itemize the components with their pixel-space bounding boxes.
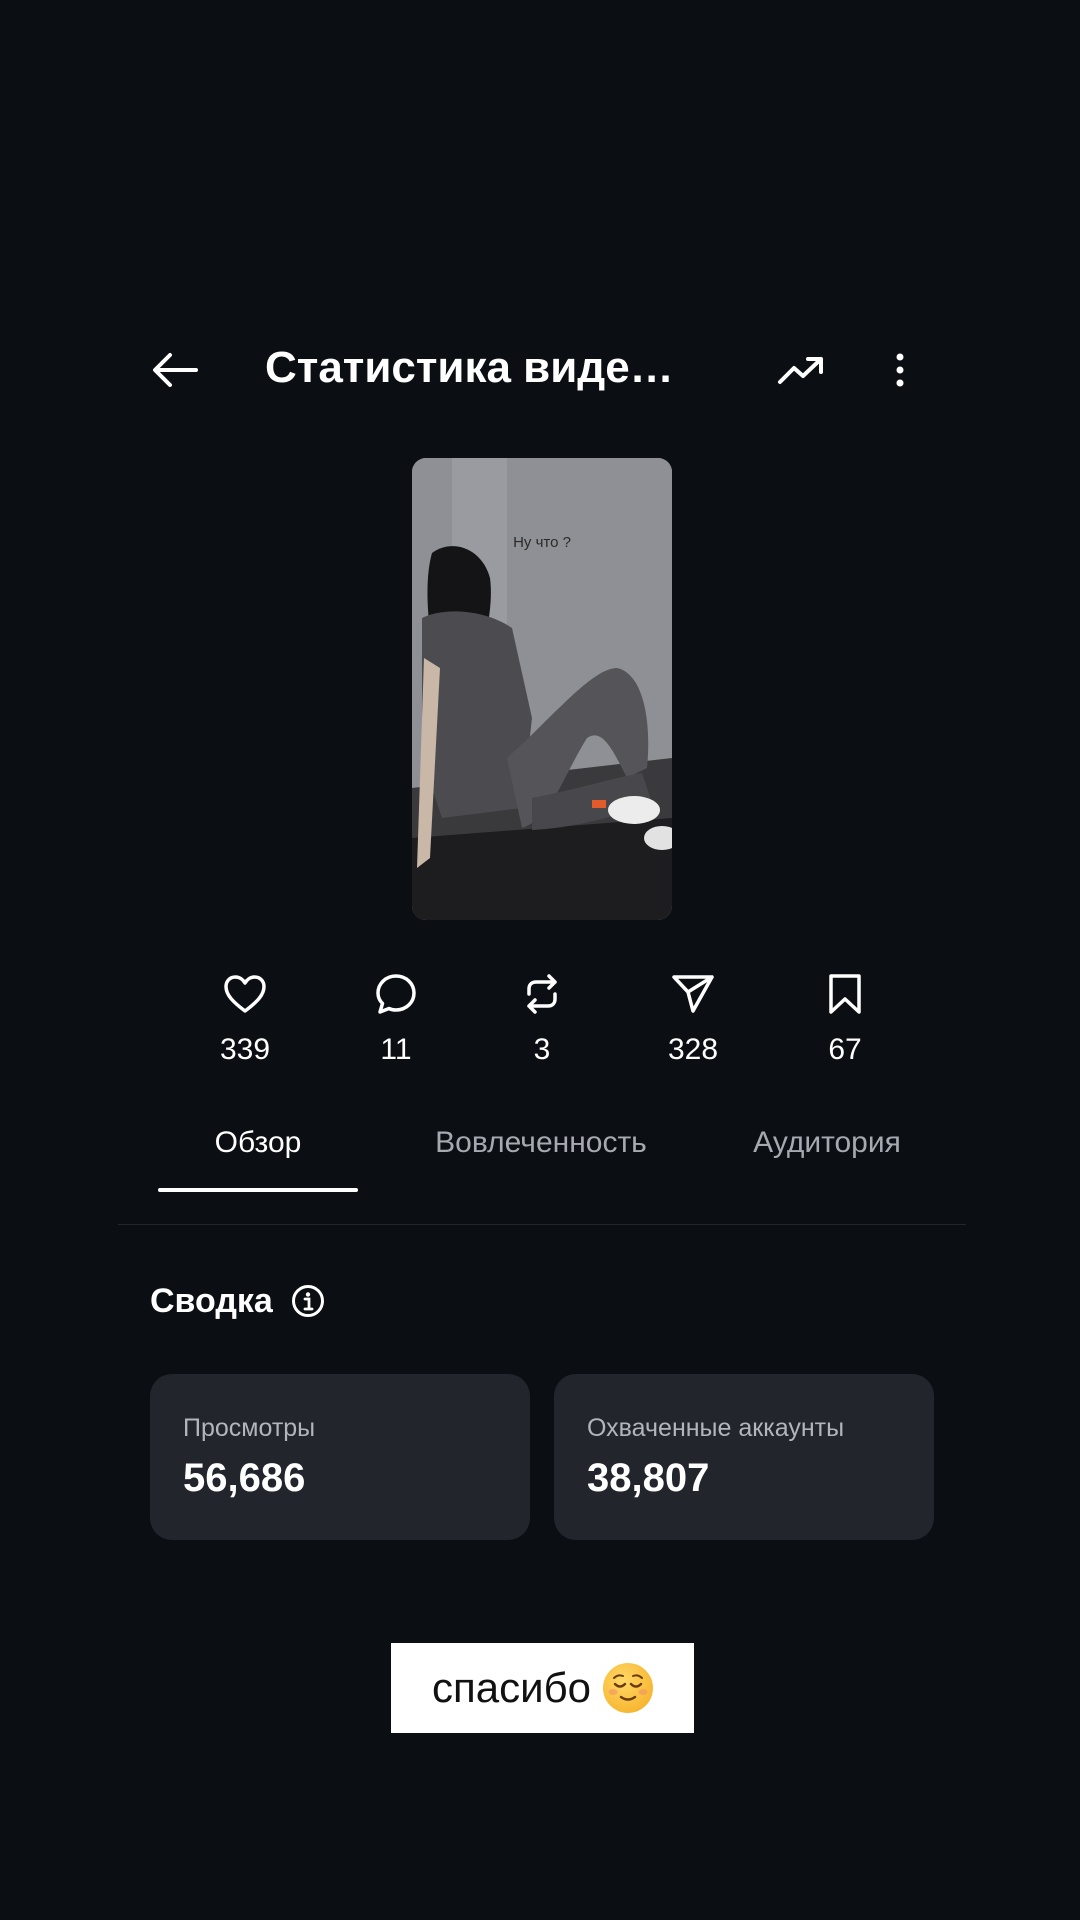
comments-count: 11 (380, 1033, 412, 1066)
views-value: 56,686 (183, 1456, 306, 1500)
likes-button[interactable] (223, 970, 267, 1018)
video-caption-text: Ну что ? (513, 534, 571, 551)
repost-icon (527, 974, 557, 1014)
views-card[interactable]: Просмотры 56,686 (150, 1374, 530, 1540)
video-preview-image (412, 458, 672, 920)
arrow-left-icon (153, 353, 198, 387)
relieved-face-emoji (602, 1663, 653, 1713)
likes-count: 339 (219, 1033, 271, 1066)
saves-count: 67 (828, 1033, 862, 1066)
sticker-text: спасибо (432, 1664, 591, 1711)
stat-likes: 339 (185, 970, 305, 1070)
tab-overview[interactable]: Обзор (158, 1124, 358, 1162)
shares-count: 328 (667, 1033, 719, 1066)
reposts-button[interactable] (522, 970, 562, 1018)
tab-audience[interactable]: Аудитория (720, 1124, 934, 1162)
comments-button[interactable] (374, 970, 418, 1018)
reach-card[interactable]: Охваченные аккаунты 38,807 (554, 1374, 934, 1540)
video-thumbnail[interactable]: Ну что ? (412, 458, 672, 920)
heart-icon (224, 975, 266, 1013)
caption-sticker: спасибо (391, 1643, 694, 1733)
share-icon (672, 975, 714, 1013)
summary-title: Сводка (150, 1282, 273, 1320)
trending-up-icon (778, 357, 823, 384)
summary-info-button[interactable] (290, 1283, 326, 1319)
bookmark-icon (829, 974, 861, 1014)
saves-button[interactable] (827, 970, 863, 1018)
reposts-count: 3 (533, 1033, 551, 1066)
stat-shares: 328 (633, 970, 753, 1070)
reach-label: Охваченные аккаунты (587, 1414, 845, 1442)
shares-button[interactable] (671, 970, 715, 1018)
page-title: Статистика виде… (265, 343, 674, 392)
comment-icon (376, 974, 416, 1014)
active-tab-indicator (158, 1188, 358, 1192)
tabs-divider (118, 1224, 966, 1225)
more-vertical-icon (896, 353, 904, 387)
back-button[interactable] (140, 340, 210, 400)
stat-reposts: 3 (482, 970, 602, 1070)
tab-engagement[interactable]: Вовлеченность (430, 1124, 652, 1162)
stat-saves: 67 (785, 970, 905, 1070)
trend-button[interactable] (770, 340, 832, 400)
more-options-button[interactable] (880, 340, 920, 400)
stat-comments: 11 (336, 970, 456, 1070)
reach-value: 38,807 (587, 1456, 710, 1500)
views-label: Просмотры (183, 1414, 316, 1442)
info-icon (292, 1285, 324, 1317)
